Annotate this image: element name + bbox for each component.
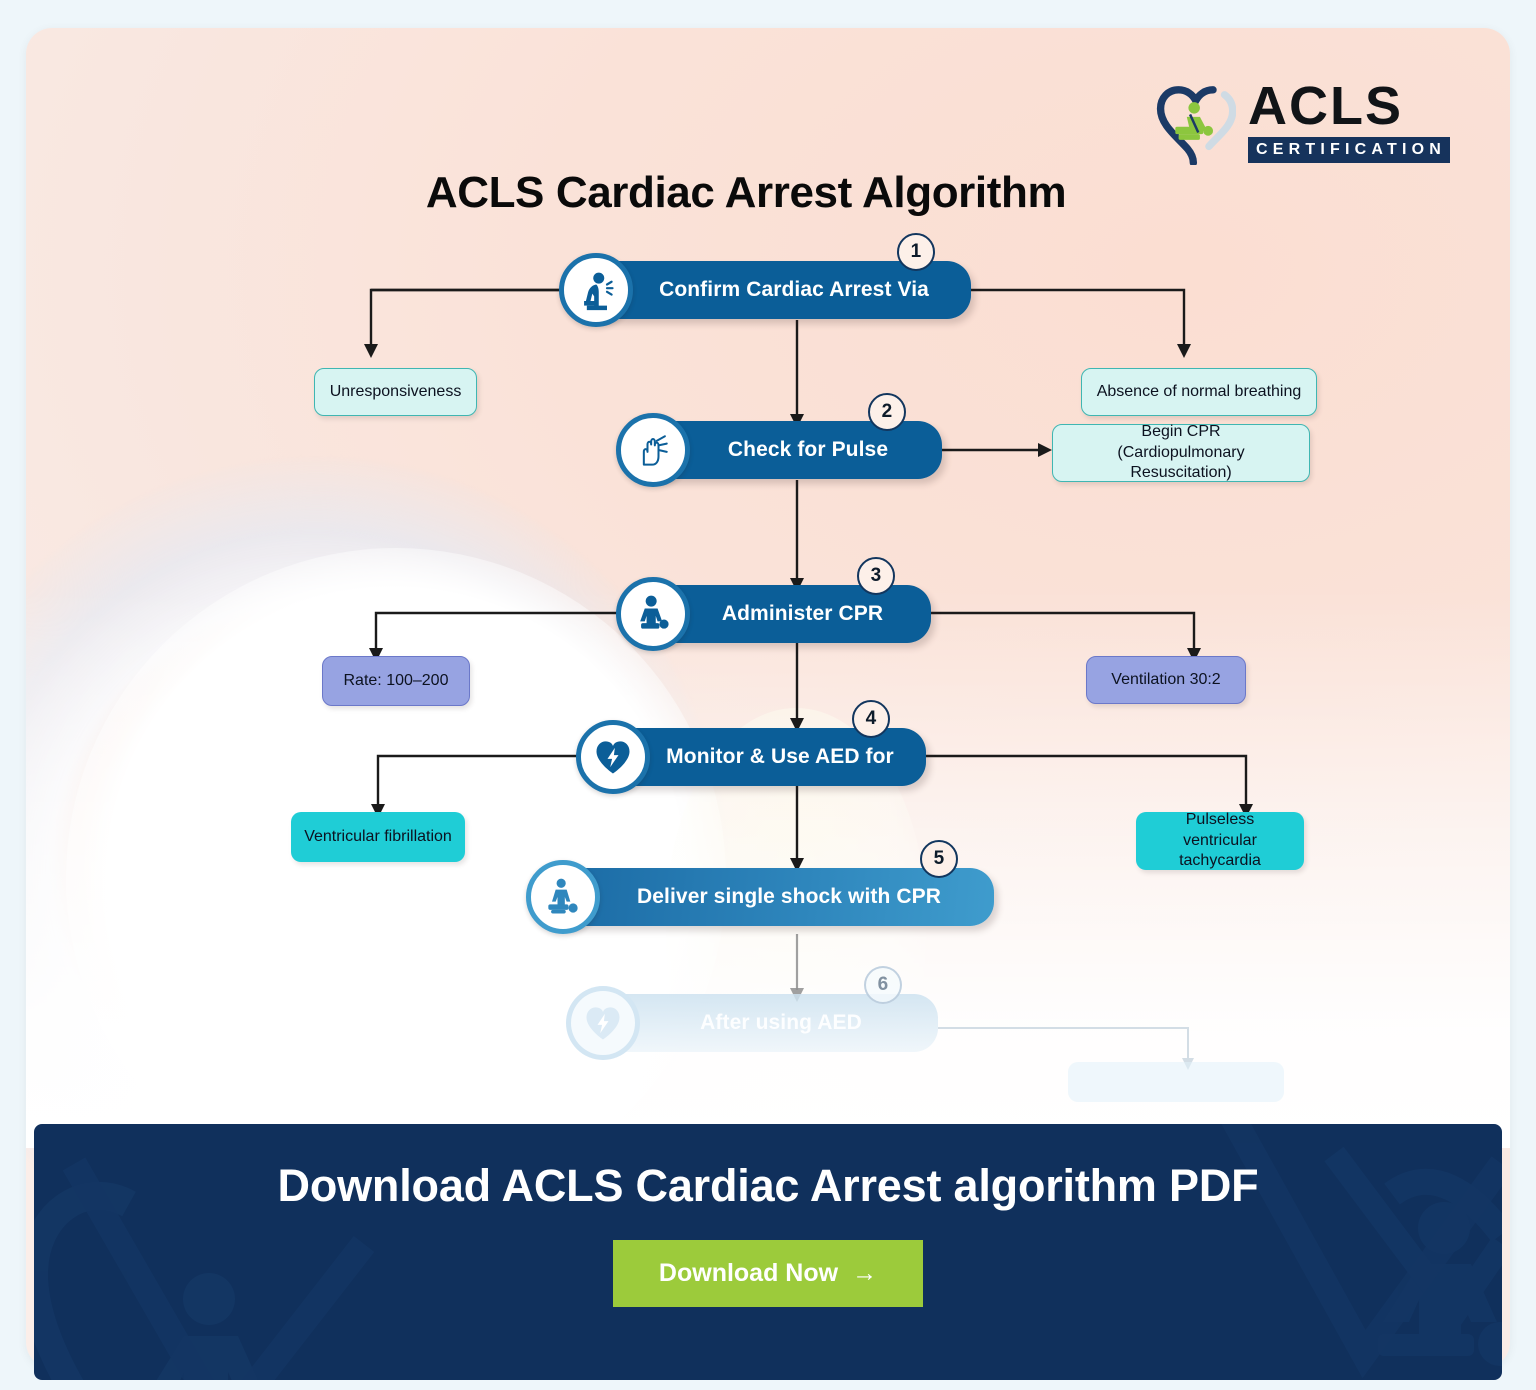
- leaf-hidden-below-fold: [1068, 1062, 1284, 1102]
- flowchart: Confirm Cardiac Arrest Via 1 Unresponsiv…: [26, 28, 1510, 1148]
- flow-step-1-label: Confirm Cardiac Arrest Via: [659, 278, 929, 301]
- leaf-rate-label: Rate: 100–200: [343, 671, 449, 689]
- leaf-rate[interactable]: Rate: 100–200: [322, 656, 470, 706]
- leaf-unresponsiveness[interactable]: Unresponsiveness: [314, 368, 477, 416]
- banner-content: Download ACLS Cardiac Arrest algorithm P…: [34, 1124, 1502, 1307]
- flow-step-4-badge: 4: [852, 700, 890, 738]
- leaf-ventilation[interactable]: Ventilation 30:2: [1086, 656, 1246, 704]
- cpr-compression-icon: [616, 577, 690, 651]
- cpr-rescuer-icon: [526, 860, 600, 934]
- kneeling-person-icon: [559, 253, 633, 327]
- flow-step-3-badge: 3: [857, 557, 895, 595]
- flow-step-6-label: After using AED: [700, 1011, 862, 1034]
- flow-step-2[interactable]: Check for Pulse 2: [616, 393, 942, 487]
- aed-heart-bolt-icon: [576, 720, 650, 794]
- flow-step-1[interactable]: Confirm Cardiac Arrest Via 1: [559, 233, 971, 327]
- flow-step-4[interactable]: Monitor & Use AED for 4: [576, 700, 926, 794]
- flow-step-4-label: Monitor & Use AED for: [666, 745, 894, 768]
- banner-heading: Download ACLS Cardiac Arrest algorithm P…: [277, 1160, 1259, 1211]
- flow-step-5-badge: 5: [920, 840, 958, 878]
- flow-step-3-label: Administer CPR: [721, 602, 884, 625]
- leaf-absence-of-normal-breathing-label: Absence of normal breathing: [1096, 382, 1302, 400]
- leaf-absence-of-normal-breathing[interactable]: Absence of normal breathing: [1081, 368, 1317, 416]
- screenshot-root: ACLS CERTIFICATION ACLS Cardiac Arrest A…: [0, 0, 1536, 1390]
- leaf-ventricular-fibrillation-label: Ventricular fibrillation: [304, 827, 452, 845]
- aed-heart-bolt-icon-faded: [566, 986, 640, 1060]
- arrow-right-icon: →: [852, 1259, 878, 1287]
- leaf-ventricular-fibrillation[interactable]: Ventricular fibrillation: [291, 812, 465, 862]
- leaf-pulseless-vt[interactable]: Pulseless ventricular tachycardia: [1136, 810, 1304, 870]
- flow-step-5[interactable]: Deliver single shock with CPR 5: [526, 840, 994, 934]
- leaf-pulseless-vt-line1: Pulseless ventricular: [1183, 810, 1257, 849]
- leaf-ventilation-label: Ventilation 30:2: [1111, 670, 1221, 688]
- leaf-begin-cpr[interactable]: Begin CPR (Cardiopulmonary Resuscitation…: [1052, 422, 1310, 482]
- download-banner: Download ACLS Cardiac Arrest algorithm P…: [34, 1124, 1502, 1380]
- leaf-begin-cpr-line1: Begin CPR: [1141, 422, 1221, 440]
- flow-step-3[interactable]: Administer CPR 3: [616, 557, 931, 651]
- leaf-pulseless-vt-line2: tachycardia: [1179, 852, 1261, 870]
- flow-step-2-badge: 2: [868, 393, 906, 431]
- hand-pulse-icon: [616, 413, 690, 487]
- download-now-label: Download Now: [658, 1259, 839, 1287]
- flow-step-2-label: Check for Pulse: [727, 438, 889, 461]
- download-now-button[interactable]: Download Now →: [612, 1240, 924, 1307]
- flow-step-6[interactable]: After using AED 6: [566, 966, 938, 1060]
- flow-step-6-badge: 6: [864, 966, 902, 1004]
- flow-step-5-label: Deliver single shock with CPR: [637, 885, 941, 908]
- leaf-unresponsiveness-label: Unresponsiveness: [329, 382, 462, 400]
- flow-step-1-badge: 1: [897, 233, 935, 271]
- leaf-begin-cpr-line2: (Cardiopulmonary Resuscitation): [1117, 443, 1245, 482]
